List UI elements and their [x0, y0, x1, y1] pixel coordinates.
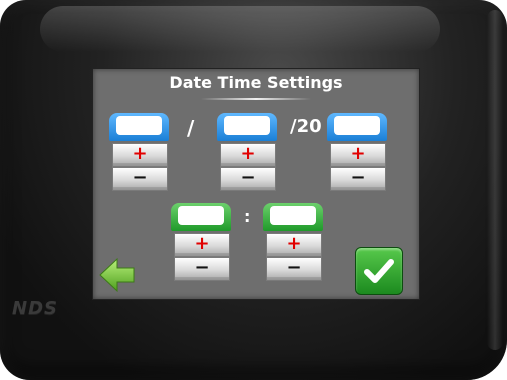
touch-screen: Date Time Settings + − / + − /20 + − + −… — [92, 68, 420, 300]
date-field-2-increment-button[interactable]: + — [220, 143, 276, 167]
date-field-1-decrement-button[interactable]: − — [112, 167, 168, 191]
date-field-1-increment-button[interactable]: + — [112, 143, 168, 167]
date-separator-1: / — [187, 116, 195, 140]
time-hour-display[interactable] — [171, 203, 231, 231]
checkmark-icon — [364, 259, 394, 283]
time-hour-value — [178, 206, 224, 225]
date-field-3-increment-button[interactable]: + — [330, 143, 386, 167]
date-separator-2: /20 — [290, 116, 322, 137]
date-field-1-value — [116, 116, 162, 135]
minus-icon: − — [132, 167, 148, 188]
left-arrow-icon — [99, 257, 135, 293]
confirm-button[interactable] — [355, 247, 403, 295]
date-field-2-decrement-button[interactable]: − — [220, 167, 276, 191]
plus-icon: + — [286, 233, 302, 254]
plus-icon: + — [132, 143, 148, 164]
time-hour-increment-button[interactable]: + — [174, 233, 230, 257]
date-field-3-display[interactable] — [327, 113, 387, 141]
date-field-3-decrement-button[interactable]: − — [330, 167, 386, 191]
back-button[interactable] — [97, 255, 137, 295]
time-minute-display[interactable] — [263, 203, 323, 231]
title-underline — [201, 98, 311, 100]
date-field-2-display[interactable] — [217, 113, 277, 141]
time-minute-increment-button[interactable]: + — [266, 233, 322, 257]
minus-icon: − — [350, 167, 366, 188]
device-bezel: NDS Date Time Settings + − / + − /20 + −… — [0, 0, 507, 380]
plus-icon: + — [350, 143, 366, 164]
time-minute-decrement-button[interactable]: − — [266, 257, 322, 281]
time-minute-value — [270, 206, 316, 225]
date-field-3-value — [334, 116, 380, 135]
time-separator: : — [244, 207, 251, 226]
time-hour-decrement-button[interactable]: − — [174, 257, 230, 281]
minus-icon: − — [194, 257, 210, 278]
minus-icon: − — [286, 257, 302, 278]
date-field-2-value — [224, 116, 270, 135]
page-title: Date Time Settings — [169, 73, 343, 92]
date-field-1-display[interactable] — [109, 113, 169, 141]
plus-icon: + — [194, 233, 210, 254]
plus-icon: + — [240, 143, 256, 164]
brand-logo: NDS — [12, 298, 58, 319]
minus-icon: − — [240, 167, 256, 188]
